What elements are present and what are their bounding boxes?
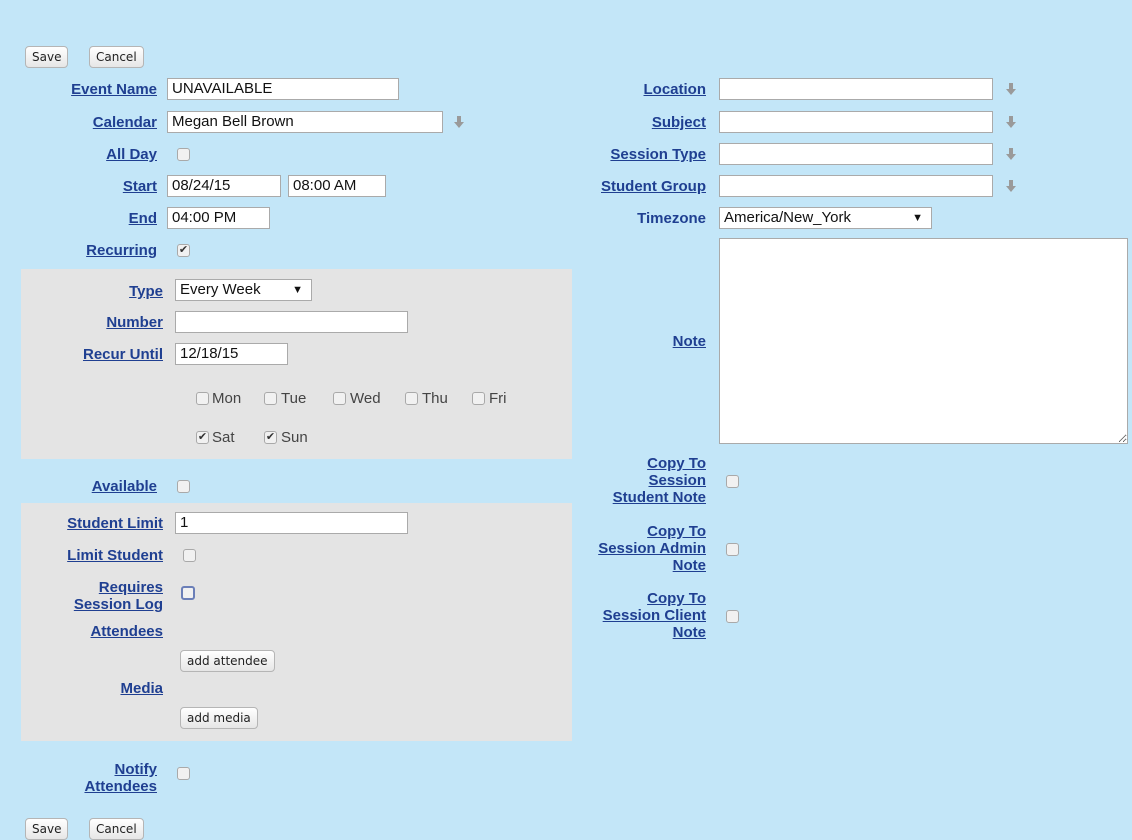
media-label[interactable]: Media (0, 680, 163, 697)
subject-dropdown-icon[interactable] (1006, 116, 1016, 129)
save-button-top[interactable]: Save (25, 46, 69, 68)
start-time-input[interactable]: 08:00 AM (288, 175, 386, 197)
notify-attendees-label-line1[interactable]: Notify (0, 761, 158, 778)
limit-student-checkbox[interactable] (183, 549, 196, 562)
day-label-wed: Wed (350, 390, 381, 407)
subject-label[interactable]: Subject (560, 114, 706, 131)
day-label-sun: Sun (281, 429, 308, 446)
requires-session-log-checkbox[interactable] (181, 586, 195, 600)
calendar-label[interactable]: Calendar (0, 114, 157, 131)
student-group-label[interactable]: Student Group (560, 178, 706, 195)
chevron-down-icon: ▼ (292, 284, 303, 296)
recurrence-type-select[interactable]: Every Week ▼ (175, 279, 312, 301)
copy-student-note-label-line2[interactable]: Session (560, 472, 706, 489)
start-date-input[interactable]: 08/24/15 (167, 175, 281, 197)
attendee-panel (21, 503, 572, 741)
add-attendee-button[interactable]: add attendee (180, 650, 275, 672)
end-time-input[interactable]: 04:00 PM (167, 207, 270, 229)
timezone-select[interactable]: America/New_York ▼ (719, 207, 932, 229)
location-dropdown-icon[interactable] (1006, 83, 1016, 96)
session-type-input[interactable] (719, 143, 993, 165)
recur-until-label[interactable]: Recur Until (0, 346, 163, 363)
day-label-thu: Thu (422, 390, 448, 407)
day-checkbox-sat[interactable]: ✔ (196, 431, 209, 444)
session-type-label[interactable]: Session Type (560, 146, 706, 163)
type-label[interactable]: Type (0, 283, 163, 300)
available-label[interactable]: Available (0, 478, 157, 495)
timezone-label: Timezone (637, 210, 706, 227)
recurring-label[interactable]: Recurring (0, 242, 157, 259)
notify-attendees-label-line2[interactable]: Attendees (0, 778, 157, 795)
student-group-dropdown-icon[interactable] (1006, 180, 1016, 193)
copy-student-note-label-line3[interactable]: Student Note (560, 489, 706, 506)
copy-student-note-checkbox[interactable] (726, 475, 739, 488)
recurrence-type-value: Every Week (180, 281, 261, 298)
student-group-input[interactable] (719, 175, 993, 197)
event-name-input[interactable]: UNAVAILABLE (167, 78, 399, 100)
copy-admin-note-label-line1[interactable]: Copy To (560, 523, 706, 540)
end-label[interactable]: End (0, 210, 157, 227)
day-label-mon: Mon (212, 390, 242, 407)
subject-input[interactable] (719, 111, 993, 133)
cancel-button-top[interactable]: Cancel (89, 46, 144, 68)
requires-session-log-label-line1[interactable]: Requires (0, 579, 163, 596)
add-media-button[interactable]: add media (180, 707, 258, 729)
timezone-value: America/New_York (724, 209, 851, 226)
down-arrow-icon[interactable] (454, 116, 464, 129)
day-checkbox-fri[interactable] (472, 392, 485, 405)
calendar-input[interactable]: Megan Bell Brown (167, 111, 443, 133)
day-label-fri: Fri (489, 390, 507, 407)
recurring-checkbox[interactable]: ✔ (177, 244, 190, 257)
copy-admin-note-checkbox[interactable] (726, 543, 739, 556)
copy-client-note-label-line1[interactable]: Copy To (560, 590, 706, 607)
copy-client-note-label-line2[interactable]: Session Client (560, 607, 706, 624)
limit-student-label[interactable]: Limit Student (0, 547, 163, 564)
copy-client-note-checkbox[interactable] (726, 610, 739, 623)
all-day-checkbox[interactable] (177, 148, 190, 161)
attendees-label[interactable]: Attendees (0, 623, 163, 640)
all-day-label[interactable]: All Day (0, 146, 157, 163)
number-label[interactable]: Number (0, 314, 163, 331)
notify-attendees-checkbox[interactable] (177, 767, 190, 780)
location-label[interactable]: Location (560, 81, 707, 98)
day-label-sat: Sat (212, 429, 235, 446)
number-input[interactable] (175, 311, 408, 333)
recur-until-input[interactable]: 12/18/15 (175, 343, 288, 365)
session-type-dropdown-icon[interactable] (1006, 148, 1016, 161)
note-textarea[interactable] (719, 238, 1128, 444)
available-checkbox[interactable] (177, 480, 190, 493)
copy-client-note-label-line3[interactable]: Note (560, 624, 706, 641)
copy-admin-note-label-line2[interactable]: Session Admin (560, 540, 706, 557)
day-checkbox-mon[interactable] (196, 392, 209, 405)
start-label[interactable]: Start (0, 178, 157, 195)
requires-session-log-label-line2[interactable]: Session Log (0, 596, 163, 613)
location-input[interactable] (719, 78, 993, 100)
chevron-down-icon: ▼ (912, 212, 923, 224)
day-checkbox-thu[interactable] (405, 392, 418, 405)
day-label-tue: Tue (281, 390, 307, 407)
day-checkbox-tue[interactable] (264, 392, 277, 405)
copy-admin-note-label-line3[interactable]: Note (560, 557, 706, 574)
day-checkbox-wed[interactable] (333, 392, 346, 405)
day-checkbox-sun[interactable]: ✔ (264, 431, 277, 444)
student-limit-label[interactable]: Student Limit (0, 515, 163, 532)
student-limit-input[interactable]: 1 (175, 512, 408, 534)
event-name-label[interactable]: Event Name (0, 81, 157, 98)
note-label[interactable]: Note (560, 333, 706, 350)
copy-student-note-label-line1[interactable]: Copy To (560, 455, 706, 472)
